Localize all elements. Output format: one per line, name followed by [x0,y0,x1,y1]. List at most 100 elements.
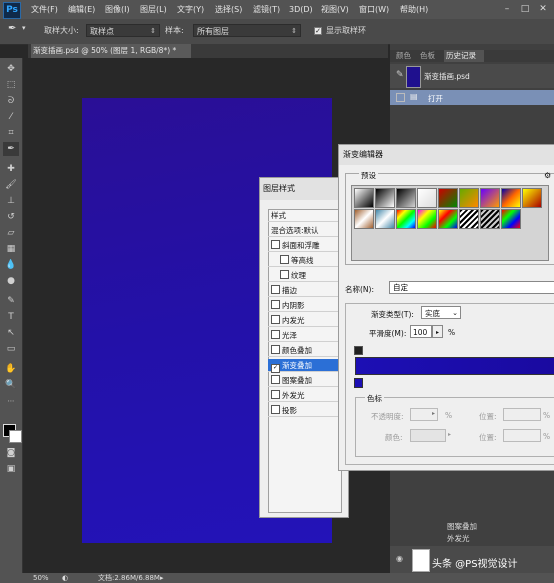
share-icon[interactable]: ◐ [62,573,68,583]
opacity-stop-left[interactable] [354,346,363,355]
gradient-name-input[interactable] [389,281,554,294]
minimize-icon[interactable]: – [500,2,514,16]
preset-swatch[interactable] [501,209,521,229]
lasso-tool-icon[interactable]: ᘐ [3,94,19,108]
history-snapshot-row[interactable]: ✎ 渐变插画.psd [390,64,554,88]
checkbox[interactable] [271,375,280,384]
preset-swatch[interactable] [438,209,458,229]
style-bevel-emboss[interactable]: 斜面和浮雕 [268,239,340,252]
document-tab[interactable]: 渐变插画.psd @ 50% (图层 1, RGB/8*) * [31,44,191,58]
history-open-row[interactable]: ▤ 打开 [390,90,554,105]
tab-history[interactable]: 历史记录 [444,50,484,62]
preset-swatch[interactable] [417,209,437,229]
preset-swatch[interactable] [459,188,479,208]
eyedropper-tool-icon[interactable]: ✒ [3,142,19,156]
preset-swatch[interactable] [480,188,500,208]
preset-swatch[interactable] [459,209,479,229]
style-inner-shadow[interactable]: 内阴影 [268,299,340,312]
checkbox[interactable]: ✓ [271,364,280,373]
smoothness-input[interactable]: 100 [410,325,432,338]
settings-gear-icon[interactable]: ⚙ [544,171,551,180]
gradient-preview-bar[interactable] [355,357,554,375]
opacity-arrow-icon[interactable]: ▸ [432,410,435,417]
menu-view[interactable]: 视图(V) [321,0,349,19]
history-state-checkbox[interactable] [396,93,405,102]
dodge-tool-icon[interactable]: ● [3,274,19,288]
close-icon[interactable]: ✕ [536,2,550,16]
preset-swatch[interactable] [417,188,437,208]
preset-swatch[interactable] [375,188,395,208]
maximize-icon[interactable]: □ [518,2,532,16]
style-texture[interactable]: 纹理 [268,269,340,282]
color-swatch[interactable] [410,429,446,442]
checkbox[interactable] [271,285,280,294]
preset-swatch[interactable] [354,209,374,229]
sample-select[interactable]: 所有图层 ⇕ [193,24,301,37]
eyedropper-icon[interactable]: ✒ [8,23,16,34]
tab-swatches[interactable]: 色板 [420,50,435,62]
color-location-input[interactable] [503,429,541,442]
healing-brush-tool-icon[interactable]: ✚ [3,162,19,176]
preset-swatch[interactable] [375,209,395,229]
type-tool-icon[interactable]: T [3,310,19,324]
screen-mode-icon[interactable]: ▣ [3,462,19,476]
preset-swatch[interactable] [480,209,500,229]
preset-swatch[interactable] [438,188,458,208]
menu-edit[interactable]: 编辑(E) [68,0,95,19]
style-satin[interactable]: 光泽 [268,329,340,342]
brush-tool-icon[interactable]: 🖌 [3,178,19,192]
style-drop-shadow[interactable]: 投影 [268,404,340,417]
crop-tool-icon[interactable]: ⌗ [3,126,19,140]
preset-swatch[interactable] [354,188,374,208]
gradient-tool-icon[interactable]: ▦ [3,242,19,256]
stamp-tool-icon[interactable]: ⊥ [3,194,19,208]
style-contour[interactable]: 等高线 [268,254,340,267]
preset-swatch[interactable] [396,188,416,208]
checkbox[interactable] [280,255,289,264]
shape-tool-icon[interactable]: ▭ [3,342,19,356]
checkbox[interactable] [271,300,280,309]
tab-color[interactable]: 颜色 [396,50,411,62]
eraser-tool-icon[interactable]: ▱ [3,226,19,240]
move-tool-icon[interactable]: ✥ [3,62,19,76]
styles-header[interactable]: 样式 [268,209,340,222]
smoothness-arrow-icon[interactable]: ▸ [432,325,443,338]
checkbox[interactable] [280,270,289,279]
hand-tool-icon[interactable]: ✋ [3,362,19,376]
checkbox[interactable] [271,330,280,339]
path-select-tool-icon[interactable]: ↖ [3,326,19,340]
color-stop-left[interactable] [354,378,363,388]
menu-filter[interactable]: 滤镜(T) [253,0,280,19]
color-arrow-icon[interactable]: ▸ [448,431,451,438]
gradient-type-select[interactable]: 实底 ⌄ [421,306,461,319]
menu-type[interactable]: 文字(Y) [177,0,204,19]
menu-image[interactable]: 图像(I) [105,0,130,19]
style-gradient-overlay[interactable]: ✓ 渐变叠加 [268,359,340,373]
zoom-level[interactable]: 50% [33,573,49,583]
show-ring-checkbox[interactable]: ✓ [314,27,322,35]
style-outer-glow[interactable]: 外发光 [268,389,340,402]
menu-select[interactable]: 选择(S) [215,0,242,19]
menu-window[interactable]: 窗口(W) [359,0,389,19]
style-inner-glow[interactable]: 内发光 [268,314,340,327]
checkbox[interactable] [271,315,280,324]
checkbox[interactable] [271,240,280,249]
preset-swatch[interactable] [501,188,521,208]
menu-3d[interactable]: 3D(D) [289,0,313,19]
zoom-tool-icon[interactable]: 🔍 [3,378,19,392]
style-pattern-overlay[interactable]: 图案叠加 [268,374,340,387]
checkbox[interactable] [271,345,280,354]
blur-tool-icon[interactable]: 💧 [3,258,19,272]
menu-help[interactable]: 帮助(H) [400,0,428,19]
style-stroke[interactable]: 描边 [268,284,340,297]
quick-mask-icon[interactable]: ◙ [3,446,19,460]
opacity-location-input[interactable] [503,408,541,421]
blending-options[interactable]: 混合选项:默认 [268,224,340,237]
style-color-overlay[interactable]: 颜色叠加 [268,344,340,357]
background-color-swatch[interactable] [9,430,22,443]
quick-select-tool-icon[interactable]: ⁄ [3,110,19,124]
status-arrow-icon[interactable]: ▸ [160,573,164,583]
marquee-tool-icon[interactable]: ⬚ [3,78,19,92]
checkbox[interactable] [271,405,280,414]
more-tools-icon[interactable]: ⋯ [3,394,19,408]
